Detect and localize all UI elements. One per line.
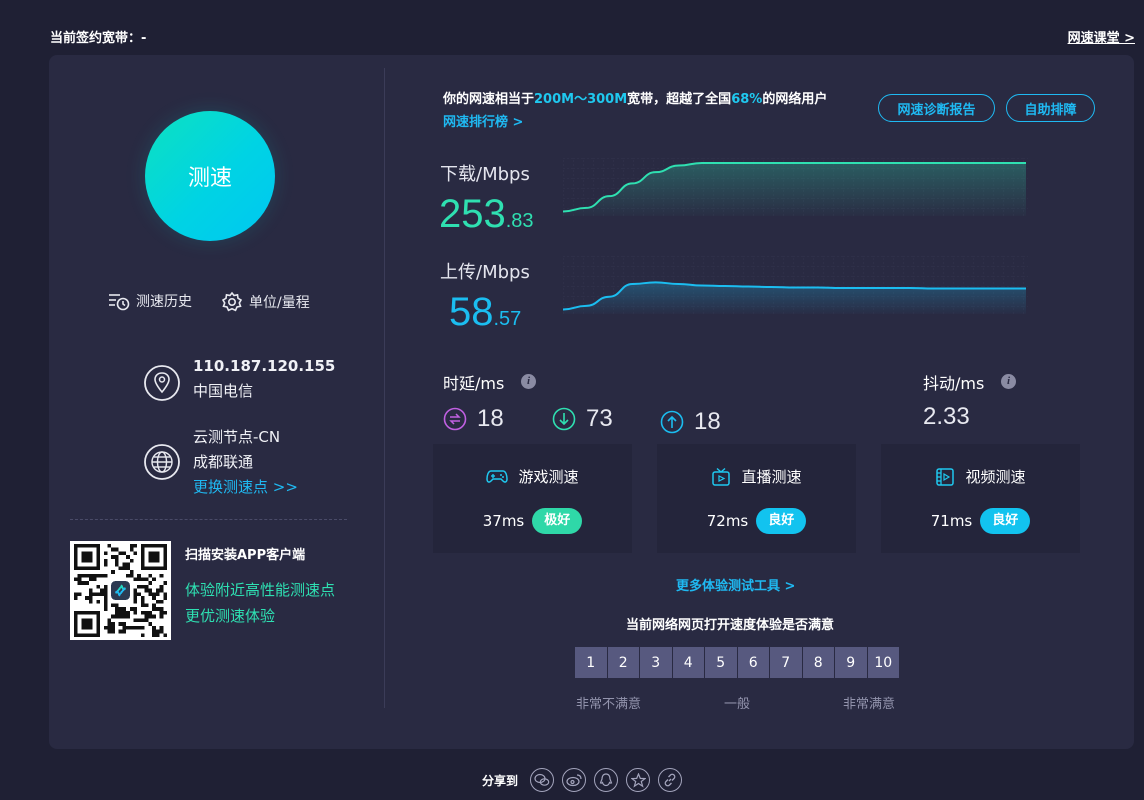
qzone-icon[interactable] <box>626 768 651 792</box>
gear-icon <box>221 291 243 312</box>
unit-range-label: 单位/量程 <box>249 295 310 311</box>
download-speed: 253.83 <box>439 192 534 236</box>
share-label: 分享到 <box>482 773 519 788</box>
rating-option-8[interactable]: 8 <box>802 647 834 678</box>
gamepad-icon <box>486 469 509 483</box>
jitter-label: 抖动/ms <box>923 374 985 393</box>
ip-address: 110.187.120.155 <box>193 357 336 375</box>
node-isp: 成都联通 <box>193 453 254 471</box>
game-rating-badge: 极好 <box>532 508 583 534</box>
tv-play-icon <box>712 467 731 486</box>
speed-course-link[interactable]: 网速课堂 > <box>1068 27 1135 46</box>
self-troubleshoot-button[interactable]: 自助排障 <box>1006 94 1095 122</box>
survey-question: 当前网络网页打开速度体验是否满意 <box>626 618 835 633</box>
ip-info: 110.187.120.155 中国电信 <box>143 354 335 404</box>
isp-name: 中国电信 <box>193 382 254 400</box>
latency-upload: 18 <box>660 408 721 436</box>
divider <box>70 519 347 520</box>
weibo-icon[interactable] <box>562 768 587 792</box>
upload-label: 上传/Mbps <box>440 262 530 283</box>
diagnose-report-button[interactable]: 网速诊断报告 <box>878 94 995 122</box>
rating-option-7[interactable]: 7 <box>770 647 802 678</box>
globe-icon <box>144 444 180 480</box>
rating-option-1[interactable]: 1 <box>575 647 607 678</box>
history-label: 测速历史 <box>136 294 192 310</box>
video-rating-badge: 良好 <box>980 508 1031 534</box>
rating-option-9[interactable]: 9 <box>835 647 867 678</box>
latency-info-icon[interactable]: i <box>521 374 536 389</box>
rating-option-2[interactable]: 2 <box>607 647 639 678</box>
video-test-card[interactable]: 视频测速 71ms 良好 <box>881 444 1080 553</box>
game-test-card[interactable]: 游戏测速 37ms 极好 <box>433 444 632 553</box>
satisfaction-rating: 1 2 3 4 5 6 7 8 9 10 <box>575 647 899 678</box>
qq-icon[interactable] <box>594 768 619 792</box>
node-name: 云测节点-CN <box>193 428 281 446</box>
scale-mid-label: 一般 <box>724 697 751 712</box>
share-bar: 分享到 <box>482 768 683 792</box>
bandwidth-range: 200M～300M <box>534 92 628 107</box>
app-qr-code <box>70 541 171 640</box>
video-latency: 71ms <box>930 512 973 530</box>
latency-label: 时延/ms <box>443 374 505 393</box>
node-info: 云测节点-CN 成都联通 更换测速点 >> <box>143 425 298 500</box>
film-icon <box>936 467 955 486</box>
history-icon <box>109 294 130 311</box>
rating-option-5[interactable]: 5 <box>705 647 737 678</box>
link-icon[interactable] <box>658 768 683 792</box>
upload-speed: 58.57 <box>449 290 522 334</box>
rating-option-4[interactable]: 4 <box>672 647 704 678</box>
download-graph <box>563 158 1028 216</box>
column-divider <box>384 68 385 708</box>
contract-bandwidth-label: 当前签约宽带：- <box>50 31 147 46</box>
arrow-up-icon <box>660 410 684 434</box>
location-pin-icon <box>144 365 180 401</box>
history-link[interactable]: 测速历史 <box>108 291 192 311</box>
bidirectional-icon <box>443 407 467 431</box>
live-rating-badge: 良好 <box>756 508 807 534</box>
percentile: 68% <box>731 92 763 107</box>
change-node-link[interactable]: 更换测速点 >> <box>193 475 298 500</box>
speed-ranking-link[interactable]: 网速排行榜 > <box>443 111 523 130</box>
qr-promo-line-2: 更优测速体验 <box>185 607 276 625</box>
jitter-info-icon[interactable]: i <box>1001 374 1016 389</box>
qr-promo-line-1: 体验附近高性能测速点 <box>185 581 336 599</box>
latency-download: 73 <box>552 405 613 433</box>
download-label: 下载/Mbps <box>440 164 530 185</box>
more-tools-link[interactable]: 更多体验测试工具 > <box>676 575 795 594</box>
live-latency: 72ms <box>706 512 749 530</box>
qr-title: 扫描安装APP客户端 <box>185 548 306 563</box>
speed-summary: 你的网速相当于200M～300M宽带，超越了全国68%的网络用户 <box>443 92 828 107</box>
wechat-icon[interactable] <box>530 768 555 792</box>
rating-option-10[interactable]: 10 <box>867 647 899 678</box>
start-speedtest-button[interactable]: 测速 <box>145 111 275 241</box>
live-test-card[interactable]: 直播测速 72ms 良好 <box>657 444 856 553</box>
scale-low-label: 非常不满意 <box>576 697 642 712</box>
upload-graph <box>563 256 1028 314</box>
unit-range-link[interactable]: 单位/量程 <box>221 291 310 313</box>
rating-option-3[interactable]: 3 <box>640 647 672 678</box>
latency-average: 18 <box>443 405 504 433</box>
jitter-value: 2.33 <box>923 403 970 430</box>
rating-option-6[interactable]: 6 <box>737 647 769 678</box>
scale-high-label: 非常满意 <box>843 697 896 712</box>
game-latency: 37ms <box>482 512 525 530</box>
arrow-down-icon <box>552 407 576 431</box>
